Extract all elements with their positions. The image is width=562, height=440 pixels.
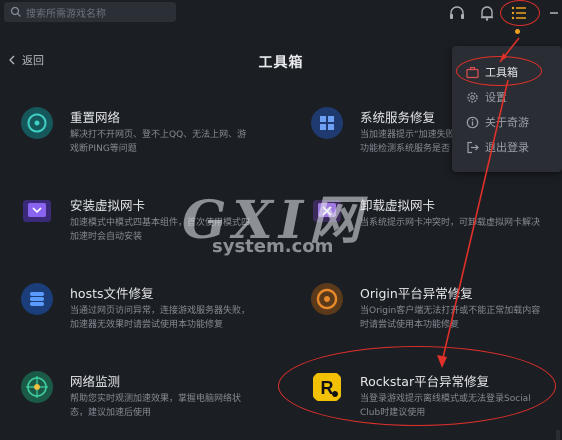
menu-item-label: 退出登录 <box>485 141 529 154</box>
menu-item-settings[interactable]: 设置 <box>466 86 507 108</box>
menu-item-label: 关于奇游 <box>485 116 529 129</box>
toolbox-highlight-circle <box>456 56 542 86</box>
tool-name: 系统服务修复 <box>360 110 436 125</box>
uninstall-nic-icon <box>313 200 341 222</box>
scrollbar[interactable] <box>556 430 560 440</box>
back-button[interactable]: 返回 <box>8 52 44 68</box>
info-icon <box>466 116 479 128</box>
tool-desc: 帮助您实时观测加速效果，掌握电脑网络状 态，建议加速后使用 <box>70 394 242 418</box>
tool-install-virtual-nic[interactable]: 安装虚拟网卡 加速模式中模式四基本组件，首次使用模式四 加速时会自动安装 <box>20 194 280 254</box>
rockstar-highlight-ellipse <box>278 346 556 426</box>
tool-name: Origin平台异常修复 <box>360 286 473 301</box>
tool-hosts-repair[interactable]: hosts文件修复 当通过网页访问异常，连接游戏服务器失败， 加速器无效果时请尝… <box>20 282 280 342</box>
install-nic-icon <box>23 200 51 222</box>
tool-desc: 当系统提示网卡冲突时，可卸载虚拟网卡解决 <box>360 218 541 228</box>
windows-service-icon <box>311 107 343 139</box>
menu-indicator-dot <box>515 29 520 34</box>
menu-item-logout[interactable]: 退出登录 <box>466 136 529 158</box>
reset-network-icon <box>21 107 53 139</box>
network-monitor-icon <box>21 371 53 403</box>
menu-item-label: 设置 <box>485 91 507 104</box>
bell-icon[interactable] <box>478 4 496 22</box>
tool-desc: 解决打不开网页、登不上QQ、无法上网、游 戏断PING等问题 <box>70 130 247 154</box>
tool-desc: 当Origin客户端无法打开或不能正常加载内容 时请尝试使用本功能修复 <box>360 306 541 330</box>
tool-name: hosts文件修复 <box>70 286 154 301</box>
tool-name: 重置网络 <box>70 110 121 125</box>
tool-network-monitor[interactable]: 网络监测 帮助您实时观测加速效果，掌握电脑网络状 态，建议加速后使用 <box>20 370 280 430</box>
origin-icon <box>311 283 343 315</box>
tool-origin-repair[interactable]: Origin平台异常修复 当Origin客户端无法打开或不能正常加载内容 时请尝… <box>310 282 562 342</box>
chevron-left-icon <box>9 55 15 65</box>
search-placeholder: 搜索所需游戏名称 <box>26 8 106 20</box>
top-bar: 搜索所需游戏名称 <box>0 0 562 26</box>
search-input[interactable]: 搜索所需游戏名称 <box>4 2 176 22</box>
menu-highlight-circle <box>500 0 540 26</box>
tool-reset-network[interactable]: 重置网络 解决打不开网页、登不上QQ、无法上网、游 戏断PING等问题 <box>20 106 280 166</box>
tool-uninstall-virtual-nic[interactable]: 卸载虚拟网卡 当系统提示网卡冲突时，可卸载虚拟网卡解决 <box>310 194 562 254</box>
gear-icon <box>467 91 478 103</box>
hosts-repair-icon <box>21 283 53 315</box>
tool-name: 网络监测 <box>70 374 121 389</box>
menu-item-about[interactable]: 关于奇游 <box>466 111 529 133</box>
tool-name: 安装虚拟网卡 <box>70 198 146 213</box>
tool-desc: 当通过网页访问异常，连接游戏服务器失败， 加速器无效果时请尝试使用本功能修复 <box>70 306 251 330</box>
minimize-icon[interactable] <box>550 12 558 14</box>
logout-icon <box>467 141 479 153</box>
back-label: 返回 <box>22 54 44 67</box>
headset-icon[interactable] <box>448 4 466 22</box>
tool-desc: 加速模式中模式四基本组件，首次使用模式四 加速时会自动安装 <box>70 218 251 242</box>
tool-name: 卸载虚拟网卡 <box>360 198 436 213</box>
search-icon <box>10 6 21 17</box>
